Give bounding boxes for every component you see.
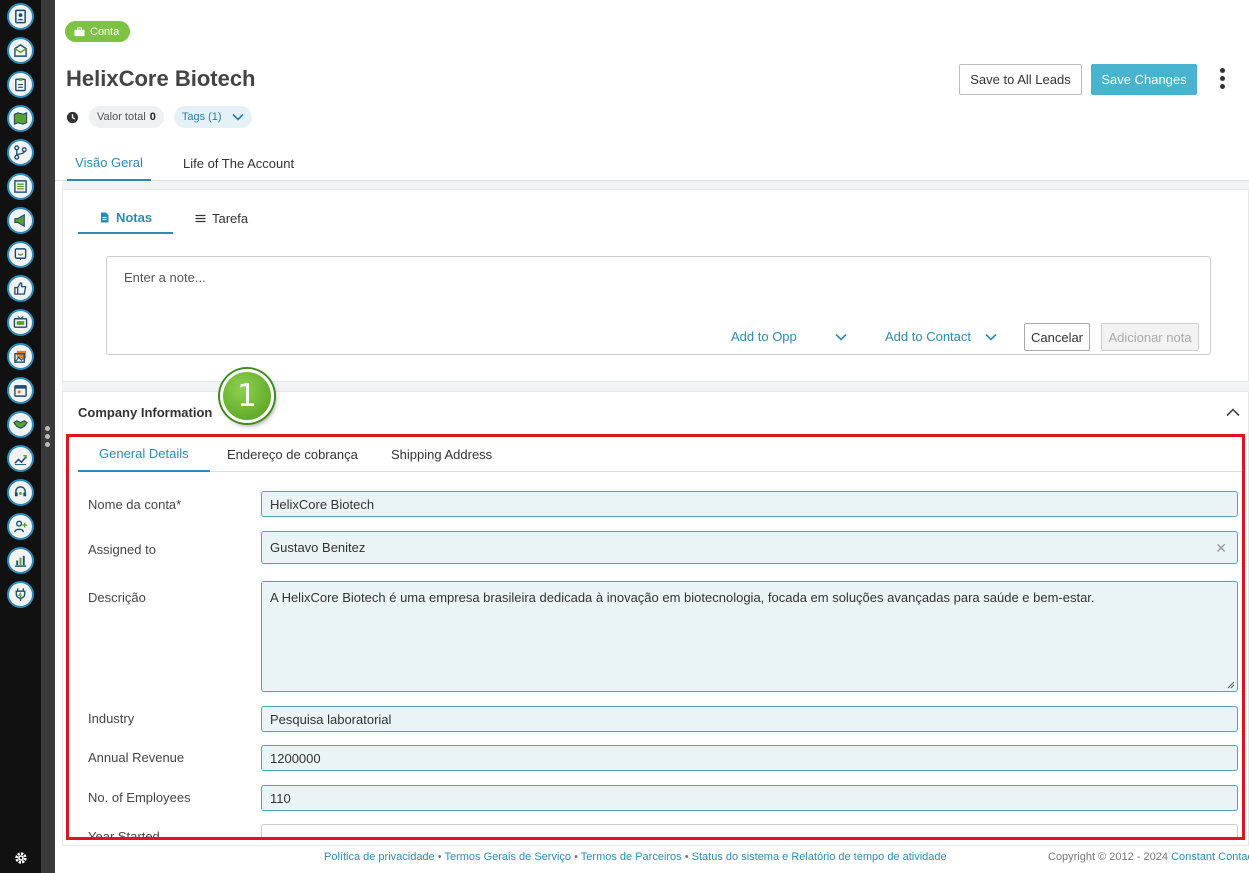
clock-icon[interactable] bbox=[66, 111, 79, 124]
brand-link[interactable]: Constant Contact bbox=[1171, 851, 1249, 863]
total-value: 0 bbox=[149, 111, 156, 123]
record-type-badge: Conta bbox=[65, 21, 131, 42]
note-input-placeholder[interactable]: Enter a note... bbox=[124, 270, 206, 285]
app-rail bbox=[0, 0, 41, 873]
cancel-note-button[interactable]: Cancelar bbox=[1024, 323, 1090, 351]
footer-separator: • bbox=[437, 851, 442, 863]
list-icon[interactable] bbox=[7, 173, 34, 200]
employees-input[interactable]: 110 bbox=[261, 785, 1238, 811]
annual-revenue-input[interactable]: 1200000 bbox=[261, 745, 1238, 771]
year-started-label: Year Started bbox=[88, 829, 160, 840]
status-link[interactable]: Status do sistema e Relatório de tempo d… bbox=[692, 851, 947, 863]
tab-billing-address[interactable]: Endereço de cobrança bbox=[227, 437, 358, 472]
chevron-down-icon bbox=[835, 333, 847, 341]
note-editor[interactable]: Enter a note... Add to Opp Add to Contac… bbox=[106, 256, 1211, 355]
tv-icon[interactable] bbox=[7, 309, 34, 336]
tags-label: Tags (1) bbox=[181, 111, 222, 123]
industry-input[interactable]: Pesquisa laboratorial bbox=[261, 706, 1238, 732]
footer-separator: • bbox=[574, 851, 578, 863]
industry-label: Industry bbox=[88, 711, 135, 726]
add-user-icon[interactable] bbox=[7, 513, 34, 540]
tab-task-label: Tarefa bbox=[212, 210, 249, 226]
support-icon[interactable] bbox=[7, 479, 34, 506]
main-panel: Conta HelixCore Biotech Valor total 0 Ta… bbox=[55, 0, 1249, 873]
thumbs-up-icon[interactable] bbox=[7, 275, 34, 302]
employees-label: No. of Employees bbox=[88, 790, 191, 805]
tab-notes-label: Notas bbox=[115, 209, 153, 225]
footer-separator: • bbox=[684, 851, 689, 863]
badge-label: Conta bbox=[90, 25, 120, 38]
annotation-marker: 1 bbox=[220, 369, 274, 423]
company-tabs: General Details Endereço de cobrança Shi… bbox=[78, 437, 1242, 472]
record-tabs: Visão Geral Life of The Account bbox=[55, 146, 1249, 181]
notes-card: Notas Tarefa Enter a note... Add to Opp … bbox=[62, 189, 1249, 382]
tab-shipping-address[interactable]: Shipping Address bbox=[391, 437, 492, 472]
add-note-button[interactable]: Adicionar nota bbox=[1101, 323, 1199, 351]
document-icon bbox=[100, 212, 109, 222]
tab-notes[interactable]: Notas bbox=[78, 202, 173, 234]
total-value-label: Valor total bbox=[97, 111, 146, 123]
year-started-input[interactable] bbox=[261, 824, 1238, 837]
clipboard-icon[interactable] bbox=[7, 71, 34, 98]
contacts-icon[interactable] bbox=[7, 3, 34, 30]
more-options-icon[interactable] bbox=[1218, 68, 1226, 90]
footer-links: Política de privacidade • Termos Gerais … bbox=[324, 851, 947, 863]
pipeline-icon[interactable] bbox=[7, 139, 34, 166]
handshake-icon[interactable] bbox=[7, 411, 34, 438]
tags-dropdown[interactable]: Tags (1) bbox=[173, 106, 252, 128]
rail-resize-handle[interactable] bbox=[41, 0, 55, 873]
section-title: Company Information bbox=[78, 405, 213, 420]
privacy-link[interactable]: Política de privacidade bbox=[324, 851, 435, 863]
briefcase-icon bbox=[74, 26, 85, 36]
calendar-icon[interactable] bbox=[7, 377, 34, 404]
save-to-all-leads-button[interactable]: Save to All Leads bbox=[959, 64, 1082, 95]
account-name-label: Nome da conta* bbox=[88, 497, 182, 512]
page-footer: Política de privacidade • Termos Gerais … bbox=[55, 846, 1249, 873]
add-to-opp-dropdown[interactable]: Add to Opp bbox=[731, 329, 847, 344]
megaphone-icon[interactable] bbox=[7, 207, 34, 234]
chevron-down-icon bbox=[985, 333, 997, 341]
gallery-icon[interactable] bbox=[7, 343, 34, 370]
copyright-text: Copyright © 2012 - 2024 bbox=[1048, 851, 1169, 863]
tab-overview[interactable]: Visão Geral bbox=[67, 146, 151, 181]
plug-icon[interactable] bbox=[7, 581, 34, 608]
page-title: HelixCore Biotech bbox=[66, 66, 256, 91]
clear-icon[interactable]: ✕ bbox=[1215, 540, 1227, 557]
description-textarea[interactable]: A HelixCore Biotech é uma empresa brasil… bbox=[261, 581, 1238, 692]
add-to-opp-label: Add to Opp bbox=[731, 329, 797, 344]
gear-icon[interactable] bbox=[14, 851, 28, 865]
assigned-to-label: Assigned to bbox=[88, 542, 156, 557]
record-meta: Valor total 0 Tags (1) bbox=[66, 106, 252, 128]
annual-revenue-label: Annual Revenue bbox=[88, 750, 185, 765]
save-changes-button[interactable]: Save Changes bbox=[1091, 64, 1197, 95]
copyright: Copyright © 2012 - 2024 Constant Contact bbox=[1048, 851, 1249, 863]
chevron-up-icon[interactable] bbox=[1226, 407, 1240, 417]
account-name-input[interactable]: HelixCore Biotech bbox=[261, 491, 1238, 517]
trend-icon[interactable] bbox=[7, 445, 34, 472]
map-icon[interactable] bbox=[7, 105, 34, 132]
chat-icon[interactable] bbox=[7, 241, 34, 268]
email-icon[interactable] bbox=[7, 37, 34, 64]
add-to-contact-label: Add to Contact bbox=[885, 329, 971, 344]
description-value: A HelixCore Biotech é uma empresa brasil… bbox=[270, 590, 1095, 605]
partner-terms-link[interactable]: Termos de Parceiros bbox=[581, 851, 682, 863]
terms-link[interactable]: Termos Gerais de Serviço bbox=[444, 851, 571, 863]
tab-general-details[interactable]: General Details bbox=[78, 437, 210, 472]
chevron-down-icon bbox=[232, 113, 244, 121]
tab-life-of-account[interactable]: Life of The Account bbox=[183, 146, 294, 181]
bar-chart-icon[interactable] bbox=[7, 547, 34, 574]
assigned-to-value: Gustavo Benitez bbox=[270, 540, 366, 555]
total-value-pill: Valor total 0 bbox=[89, 106, 164, 128]
resize-handle-icon[interactable] bbox=[1226, 680, 1235, 689]
highlighted-region: General Details Endereço de cobrança Shi… bbox=[66, 434, 1245, 840]
description-label: Descrição bbox=[88, 590, 146, 605]
add-to-contact-dropdown[interactable]: Add to Contact bbox=[885, 329, 997, 344]
tab-task[interactable]: Tarefa bbox=[195, 202, 248, 234]
overview-content: Notas Tarefa Enter a note... Add to Opp … bbox=[62, 181, 1249, 846]
assigned-to-select[interactable]: Gustavo Benitez ✕ bbox=[261, 531, 1238, 564]
sliders-icon bbox=[195, 214, 206, 222]
